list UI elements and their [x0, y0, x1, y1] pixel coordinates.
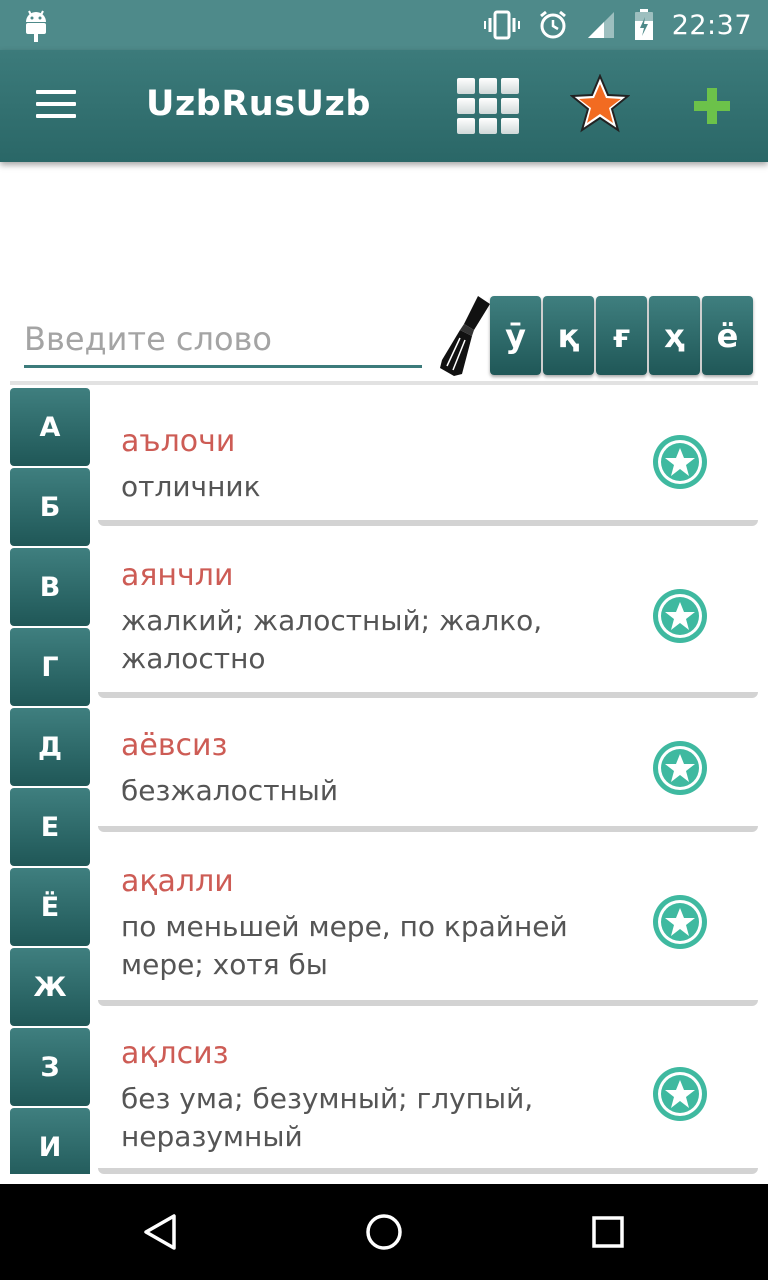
- app-title: UzbRusUzb: [146, 84, 371, 124]
- home-icon[interactable]: [364, 1212, 404, 1252]
- letter-key-gh[interactable]: ғ: [596, 296, 647, 375]
- alphabet-key[interactable]: А: [10, 388, 90, 466]
- grid-icon[interactable]: [457, 78, 519, 134]
- alphabet-key[interactable]: Ё: [10, 868, 90, 946]
- navigation-bar: [0, 1184, 768, 1280]
- list-item[interactable]: ақалли по меньшей мере, по крайней мере;…: [98, 838, 758, 1006]
- back-icon[interactable]: [140, 1212, 180, 1252]
- list-item[interactable]: аёвсиз безжалостный: [98, 704, 758, 832]
- entry-translation: отличник: [121, 470, 261, 503]
- entry-word: аянчли: [121, 558, 234, 593]
- entry-word: ақалли: [121, 864, 234, 899]
- alphabet-index: А Б В Г Д Е Ё Ж З И: [10, 388, 90, 1174]
- favorite-star-icon[interactable]: [650, 1064, 710, 1124]
- clock: 22:37: [671, 9, 752, 41]
- letter-key-q[interactable]: қ: [543, 296, 594, 375]
- recents-icon[interactable]: [588, 1212, 628, 1252]
- menu-icon[interactable]: [36, 90, 76, 122]
- entry-translation: безжалостный: [121, 774, 339, 807]
- clear-brush-icon[interactable]: [438, 294, 492, 378]
- favorite-star-icon[interactable]: [650, 586, 710, 646]
- app-bar: UzbRusUzb: [0, 50, 768, 162]
- favorite-star-icon[interactable]: [650, 892, 710, 952]
- alphabet-key[interactable]: И: [10, 1108, 90, 1174]
- word-list: аълочи отличник аянчли жалкий; жалостный…: [98, 388, 758, 1174]
- search-input[interactable]: [24, 312, 422, 368]
- entry-translation: без ума; безумный; глупый, неразумный: [121, 1082, 534, 1153]
- list-item[interactable]: ақлсиз без ума; безумный; глупый, неразу…: [98, 1012, 758, 1174]
- list-item[interactable]: аълочи отличник: [98, 388, 758, 526]
- alphabet-key[interactable]: Ж: [10, 948, 90, 1026]
- favorites-star-icon[interactable]: [570, 74, 630, 134]
- entry-word: аёвсиз: [121, 728, 228, 763]
- android-icon: [26, 10, 46, 42]
- list-item[interactable]: аянчли жалкий; жалостный; жалко, жалостн…: [98, 532, 758, 698]
- entry-translation: жалкий; жалостный; жалко, жалостно: [121, 604, 543, 675]
- alphabet-key[interactable]: Д: [10, 708, 90, 786]
- alarm-icon: [539, 10, 566, 39]
- favorite-star-icon[interactable]: [650, 432, 710, 492]
- alphabet-key[interactable]: Е: [10, 788, 90, 866]
- alphabet-key[interactable]: В: [10, 548, 90, 626]
- entry-word: ақлсиз: [121, 1036, 229, 1071]
- alphabet-key[interactable]: Г: [10, 628, 90, 706]
- add-plus-icon[interactable]: [692, 86, 732, 126]
- vibrate-icon: [483, 10, 520, 40]
- signal-icon: [587, 12, 614, 38]
- alphabet-key[interactable]: З: [10, 1028, 90, 1106]
- letter-key-yo[interactable]: ё: [702, 296, 753, 375]
- status-bar: 22:37: [0, 0, 768, 50]
- entry-translation: по меньшей мере, по крайней мере; хотя б…: [121, 910, 568, 981]
- letter-key-h[interactable]: ҳ: [649, 296, 700, 375]
- letter-keys: ӯ қ ғ ҳ ё: [490, 296, 753, 375]
- entry-word: аълочи: [121, 424, 236, 459]
- search-bar: ӯ қ ғ ҳ ё: [10, 290, 758, 385]
- letter-key-u[interactable]: ӯ: [490, 296, 541, 375]
- favorite-star-icon[interactable]: [650, 738, 710, 798]
- alphabet-key[interactable]: Б: [10, 468, 90, 546]
- battery-icon: [634, 9, 653, 40]
